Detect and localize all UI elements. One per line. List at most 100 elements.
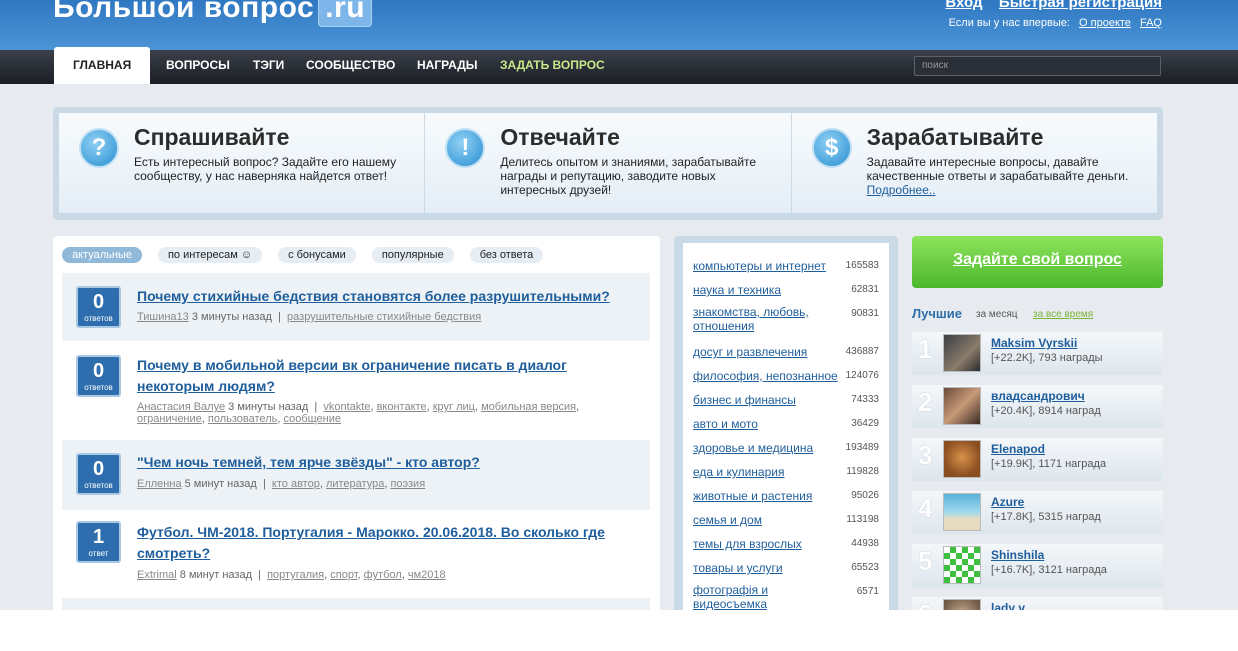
category-link[interactable]: фотографія и видеосъемка bbox=[693, 583, 843, 610]
leader-name[interactable]: Maksim Vyrskii bbox=[991, 336, 1077, 350]
question-tag[interactable]: спорт bbox=[330, 569, 357, 581]
question-time: 5 минут назад bbox=[184, 478, 257, 490]
question-author[interactable]: Тишина13 bbox=[137, 311, 189, 323]
category-count: 119828 bbox=[846, 466, 879, 477]
filter-current[interactable]: актуальные bbox=[62, 247, 142, 263]
question-title[interactable]: Почему в мобильной версии вк ограничение… bbox=[137, 355, 627, 397]
question-tag[interactable]: разрушительные стихийные бедствия bbox=[287, 311, 481, 323]
category-count: 74333 bbox=[851, 394, 879, 405]
period-all-tab[interactable]: за все время bbox=[1033, 309, 1093, 320]
nav-awards[interactable]: НАГРАДЫ bbox=[417, 50, 478, 84]
logo[interactable]: Большой вопрос .ru bbox=[53, 0, 373, 28]
question-title[interactable]: "Чем ночь темней, тем ярче звёзды" - кто… bbox=[137, 452, 627, 473]
filter-interests[interactable]: по интересам ☺ bbox=[157, 247, 263, 263]
category-count: 165583 bbox=[845, 260, 879, 271]
category-link[interactable]: компьютеры и интернет bbox=[693, 259, 843, 273]
quick-register-link[interactable]: Быстрая регистрация bbox=[999, 0, 1162, 11]
leader-name[interactable]: Elenapod bbox=[991, 442, 1045, 456]
category-link[interactable]: бизнес и финансы bbox=[693, 393, 843, 407]
categories-panel: компьютеры и интернет 165583 наука и техн… bbox=[674, 236, 898, 610]
nav-tags[interactable]: ТЭГИ bbox=[253, 50, 284, 84]
best-title: Лучшие bbox=[912, 306, 962, 321]
avatar[interactable] bbox=[943, 493, 981, 531]
nav-community[interactable]: СООБЩЕСТВО bbox=[306, 50, 395, 84]
category-item: еда и кулинария 119828 bbox=[693, 463, 883, 481]
question-tag[interactable]: vkontakte bbox=[323, 401, 370, 413]
question-tag[interactable]: поэзия bbox=[390, 478, 425, 490]
nav-home[interactable]: ГЛАВНАЯ bbox=[54, 47, 151, 84]
logo-suffix: .ru bbox=[318, 0, 373, 27]
avatar[interactable] bbox=[943, 387, 981, 425]
category-link[interactable]: философия, непознанное bbox=[693, 369, 843, 383]
leader-name[interactable]: владсандрович bbox=[991, 389, 1085, 403]
category-item: компьютеры и интернет 165583 bbox=[693, 257, 883, 275]
category-item: досуг и развлечения 436887 bbox=[693, 343, 883, 361]
category-link[interactable]: еда и кулинария bbox=[693, 465, 843, 479]
category-count: 36429 bbox=[851, 418, 879, 429]
avatar[interactable] bbox=[943, 599, 981, 610]
leader-name[interactable]: Azure bbox=[991, 495, 1024, 509]
filter-bonuses[interactable]: с бонусами bbox=[278, 247, 356, 263]
about-link[interactable]: О проекте bbox=[1079, 17, 1131, 29]
nav-ask-question[interactable]: ЗАДАТЬ ВОПРОС bbox=[500, 50, 605, 84]
leader-row: 2 владсандрович [+20.4K], 8914 наград bbox=[912, 385, 1163, 428]
category-link[interactable]: товары и услуги bbox=[693, 561, 843, 575]
question-tag[interactable]: португалия bbox=[267, 569, 324, 581]
question-tag[interactable]: мобильная версия bbox=[481, 401, 576, 413]
avatar[interactable] bbox=[943, 440, 981, 478]
question-author[interactable]: Елленна bbox=[137, 478, 182, 490]
question-tag[interactable]: литература bbox=[326, 478, 384, 490]
question-tag[interactable]: футбол bbox=[364, 569, 402, 581]
leader-stats: [+17.8K], 5315 наград bbox=[991, 511, 1101, 523]
faq-link[interactable]: FAQ bbox=[1140, 17, 1162, 29]
login-link[interactable]: Вход bbox=[945, 0, 982, 11]
question-tag[interactable]: пользователь bbox=[208, 413, 277, 425]
leader-name[interactable]: Shinshila bbox=[991, 548, 1044, 562]
leader-row: 3 Elenapod [+19.9K], 1171 награда bbox=[912, 438, 1163, 481]
category-link[interactable]: наука и техника bbox=[693, 283, 843, 297]
category-link[interactable]: здоровье и медицина bbox=[693, 441, 843, 455]
question-title[interactable]: Почему стихийные бедствия становятся бол… bbox=[137, 286, 627, 307]
leader-row: 6 lady v bbox=[912, 597, 1163, 610]
filter-popular[interactable]: популярные bbox=[371, 247, 454, 263]
question-tag[interactable]: ограничение bbox=[137, 413, 202, 425]
question-tag[interactable]: вконтакте bbox=[377, 401, 427, 413]
question-title[interactable]: Футбол. ЧМ-2018. Португалия - Марокко. 2… bbox=[137, 522, 627, 564]
category-link[interactable]: семья и дом bbox=[693, 513, 843, 527]
leader-stats: [+16.7K], 3121 награда bbox=[991, 564, 1107, 576]
avatar[interactable] bbox=[943, 334, 981, 372]
auth-area: Вход Быстрая регистрация Если вы у нас в… bbox=[933, 0, 1162, 29]
ask-question-button[interactable]: Задайте свой вопрос bbox=[912, 236, 1163, 288]
ask-question-label: Задайте свой вопрос bbox=[953, 251, 1122, 268]
category-item: товары и услуги 65523 bbox=[693, 559, 883, 577]
leader-stats: [+22.2K], 793 награды bbox=[991, 352, 1103, 364]
avatar[interactable] bbox=[943, 546, 981, 584]
intro-title: Зарабатывайте bbox=[866, 124, 1044, 150]
question-tag[interactable]: круг лиц bbox=[433, 401, 475, 413]
header: Большой вопрос .ru Вход Быстрая регистра… bbox=[0, 0, 1238, 50]
category-item: фотографія и видеосъемка 6571 bbox=[693, 583, 883, 610]
category-count: 6571 bbox=[856, 586, 879, 597]
question-author[interactable]: Extrimal bbox=[137, 569, 177, 581]
period-month-tab[interactable]: за месяц bbox=[976, 309, 1018, 320]
question-tag[interactable]: сообщение bbox=[283, 413, 341, 425]
question-icon: ? bbox=[79, 128, 119, 168]
category-link[interactable]: темы для взрослых bbox=[693, 537, 843, 551]
category-link[interactable]: знакомства, любовь, отношения bbox=[693, 305, 843, 333]
answer-count-label: ответов bbox=[84, 383, 113, 392]
search-input[interactable]: поиск bbox=[914, 56, 1161, 76]
category-link[interactable]: авто и мото bbox=[693, 417, 843, 431]
answer-count-badge: 0 ответов bbox=[76, 286, 121, 328]
question-author[interactable]: Анастасия Валуе bbox=[137, 401, 225, 413]
category-link[interactable]: досуг и развлечения bbox=[693, 345, 843, 359]
question-tag[interactable]: чм2018 bbox=[408, 569, 446, 581]
nav-questions[interactable]: ВОПРОСЫ bbox=[166, 50, 230, 84]
category-link[interactable]: животные и растения bbox=[693, 489, 843, 503]
more-link[interactable]: Подробнее.. bbox=[867, 183, 936, 197]
leader-name[interactable]: lady v bbox=[991, 601, 1025, 610]
dollar-icon: $ bbox=[811, 128, 852, 168]
question-tag[interactable]: кто автор bbox=[272, 478, 320, 490]
category-item: авто и мото 36429 bbox=[693, 415, 883, 433]
leader-row: 1 Maksim Vyrskii [+22.2K], 793 награды bbox=[912, 332, 1163, 375]
filter-unanswered[interactable]: без ответа bbox=[469, 247, 544, 263]
